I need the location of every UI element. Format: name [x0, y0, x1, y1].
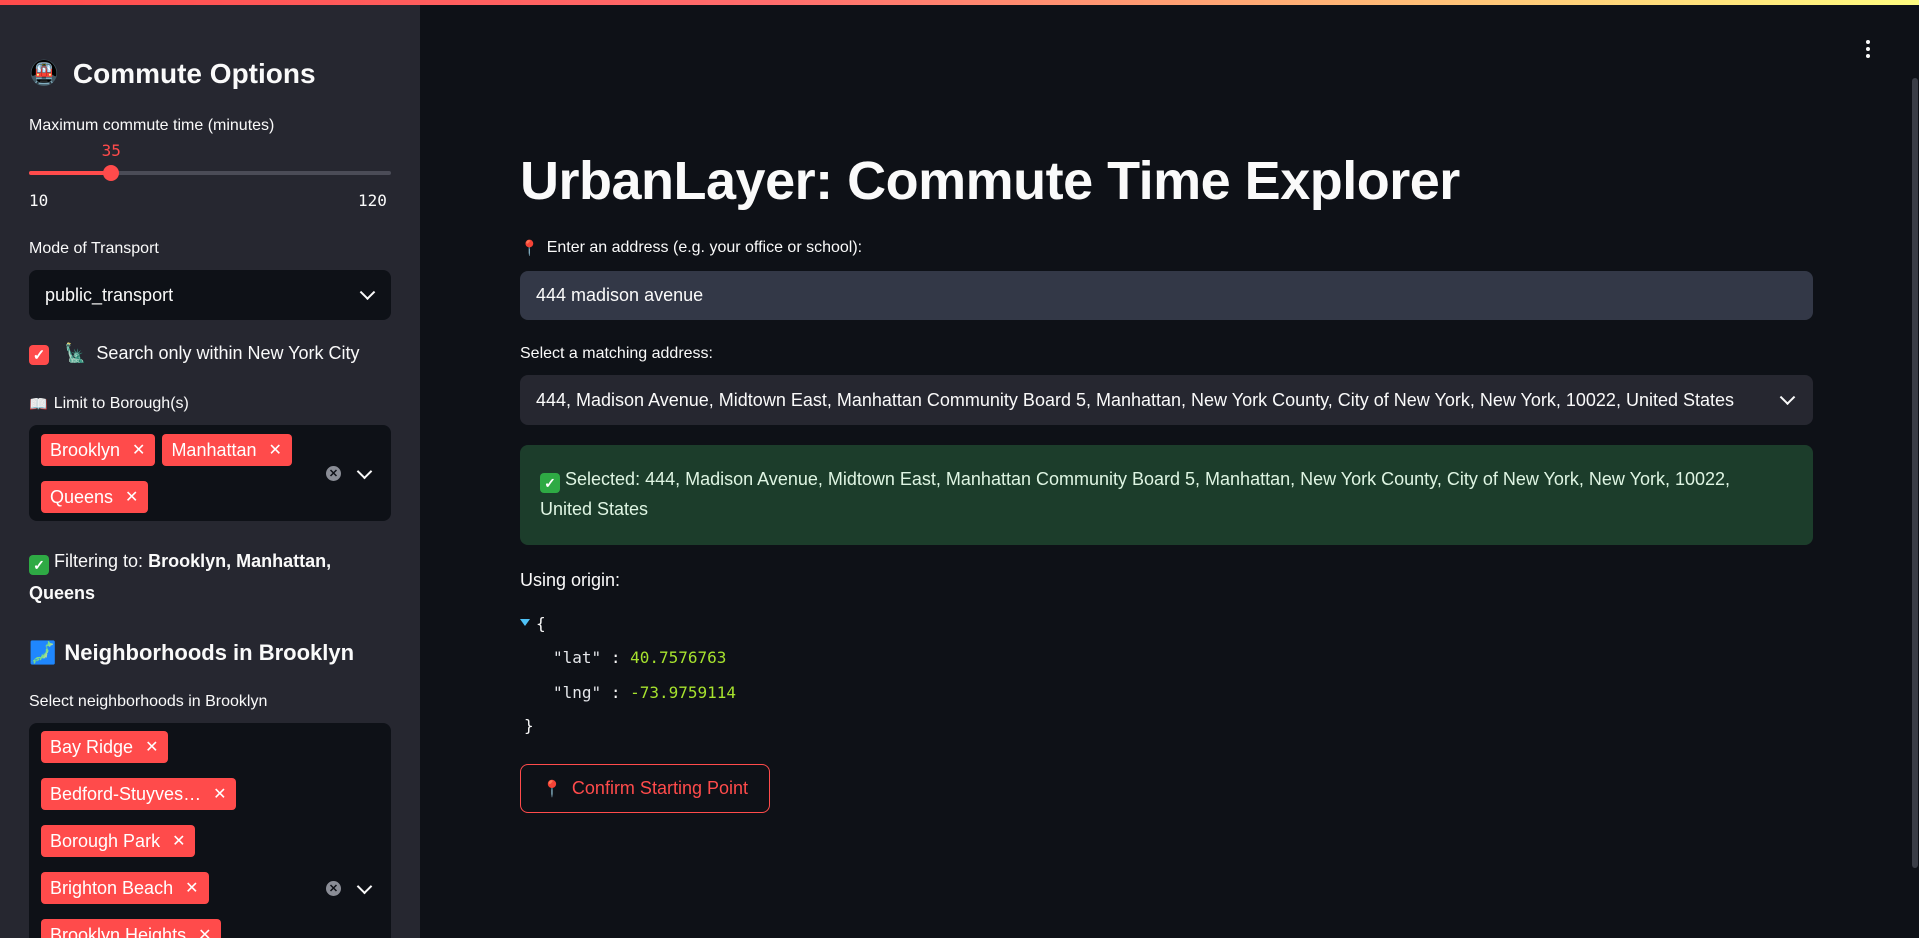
json-lat-key: "lat" [553, 648, 602, 667]
check-mark-icon: ✓ [540, 473, 560, 493]
commute-time-label: Maximum commute time (minutes) [29, 117, 275, 134]
confirm-button-label: Confirm Starting Point [571, 778, 748, 798]
sidebar-title-text: Commute Options [72, 58, 316, 89]
json-lng-value: -73.9759114 [630, 683, 737, 702]
address-input[interactable]: 444 madison avenue [520, 271, 1813, 320]
nyc-checkbox[interactable]: ✓ [29, 345, 49, 365]
statue-of-liberty-icon: 🗽 [64, 343, 87, 363]
borough-tag[interactable]: Queens ✕ [41, 481, 149, 513]
nyc-checkbox-text: Search only within New York City [96, 343, 360, 363]
transport-label: Mode of Transport [29, 240, 159, 257]
chevron-down-icon [359, 284, 376, 301]
check-mark-icon: ✓ [29, 555, 49, 575]
clear-all-icon[interactable]: ✕ [326, 466, 341, 481]
neighborhoods-label: Select neighborhoods in Brooklyn [29, 693, 268, 710]
collapse-triangle-icon[interactable] [520, 619, 530, 626]
close-icon[interactable]: ✕ [185, 878, 198, 898]
tag-label: Brooklyn [50, 439, 121, 460]
borough-label: 📖 Limit to Borough(s) [29, 395, 189, 413]
slider-fill [29, 171, 112, 175]
clear-all-icon[interactable]: ✕ [326, 881, 341, 896]
tag-label: Brooklyn Heights [50, 924, 187, 938]
slider-thumb[interactable] [103, 165, 120, 181]
json-open-brace: { [536, 614, 546, 633]
sidebar: 🚇 Commute Options Maximum commute time (… [0, 0, 420, 938]
tag-label: Brighton Beach [50, 877, 174, 898]
filter-info: ✓ Filtering to: Brooklyn, Manhattan, Que… [29, 545, 369, 609]
borough-multiselect[interactable]: Brooklyn ✕ Manhattan ✕ Queens ✕ ✕ [29, 425, 391, 521]
neighborhoods-header-text: Neighborhoods in Brooklyn [64, 640, 355, 665]
selected-address-alert: ✓ Selected: 444, Madison Avenue, Midtown… [520, 445, 1813, 545]
slider-value-label: 35 [101, 141, 121, 160]
chevron-down-icon [1779, 389, 1796, 406]
nyc-checkbox-label[interactable]: 🗽 Search only within New York City [64, 343, 360, 364]
json-colon: : [610, 683, 621, 702]
neighborhood-tag[interactable]: Brighton Beach ✕ [41, 872, 209, 904]
page-title: UrbanLayer: Commute Time Explorer [520, 151, 1460, 211]
close-icon[interactable]: ✕ [172, 831, 185, 851]
borough-tag[interactable]: Manhattan ✕ [162, 434, 292, 466]
pin-icon: 📍 [520, 240, 539, 257]
transport-selected-value: public_transport [45, 284, 174, 305]
tag-label: Manhattan [171, 439, 257, 460]
neighborhood-tag[interactable]: Bedford-Stuyves… ✕ [41, 778, 237, 810]
close-icon[interactable]: ✕ [145, 737, 158, 757]
address-label-text: Enter an address (e.g. your office or sc… [546, 239, 863, 256]
map-icon: 🗾 [29, 640, 57, 665]
close-icon[interactable]: ✕ [132, 440, 145, 460]
address-match-select[interactable]: 444, Madison Avenue, Midtown East, Manha… [520, 375, 1813, 425]
address-input-value: 444 madison avenue [536, 285, 704, 305]
borough-tag[interactable]: Brooklyn ✕ [41, 434, 156, 466]
tag-label: Bay Ridge [50, 736, 134, 757]
neighborhoods-header: 🗾 Neighborhoods in Brooklyn [29, 640, 354, 666]
origin-label: Using origin: [520, 570, 621, 590]
chevron-down-icon[interactable] [356, 463, 373, 480]
selected-address-text-2: United States [540, 499, 649, 519]
neighborhood-tag[interactable]: Borough Park ✕ [41, 825, 196, 857]
neighborhood-tags: Bay Ridge ✕ Bedford-Stuyves… ✕ Borough Par… [41, 731, 311, 938]
filter-value-2: Queens [29, 583, 96, 603]
address-label: 📍 Enter an address (e.g. your office or … [520, 239, 862, 257]
neighborhood-tag[interactable]: Bay Ridge ✕ [41, 731, 169, 763]
tag-label: Queens [50, 486, 114, 507]
tag-label: Borough Park [50, 830, 161, 851]
borough-label-text: Limit to Borough(s) [53, 395, 189, 412]
transport-select[interactable]: public_transport [29, 270, 391, 320]
commute-time-slider[interactable] [29, 165, 391, 181]
filter-prefix: Filtering to: [54, 551, 144, 571]
metro-icon: 🚇 [29, 60, 59, 87]
address-match-value: 444, Madison Avenue, Midtown East, Manha… [536, 389, 1735, 410]
top-decoration-bar [0, 0, 1919, 5]
close-icon[interactable]: ✕ [198, 925, 211, 938]
neighborhoods-multiselect[interactable]: Bay Ridge ✕ Bedford-Stuyves… ✕ Borough Par… [29, 723, 391, 938]
filter-value: Brooklyn, Manhattan, [148, 551, 332, 571]
slider-max-label: 120 [358, 191, 387, 210]
json-close-brace: } [524, 716, 534, 735]
json-colon: : [610, 648, 621, 667]
confirm-starting-point-button[interactable]: 📍 Confirm Starting Point [520, 764, 770, 813]
neighborhood-tag[interactable]: Brooklyn Heights ✕ [41, 919, 222, 938]
scrollbar-thumb[interactable] [1912, 78, 1918, 868]
close-icon[interactable]: ✕ [125, 487, 138, 507]
selected-address-text: Selected: 444, Madison Avenue, Midtown E… [565, 469, 1731, 489]
close-icon[interactable]: ✕ [213, 784, 226, 804]
json-lat-value: 40.7576763 [630, 648, 727, 667]
more-options-icon[interactable] [1866, 40, 1872, 61]
book-icon: 📖 [29, 396, 48, 413]
tag-label: Bedford-Stuyves… [50, 783, 202, 804]
slider-min-label: 10 [29, 191, 49, 210]
match-label: Select a matching address: [520, 345, 713, 362]
close-icon[interactable]: ✕ [269, 440, 282, 460]
json-lng-key: "lng" [553, 683, 602, 702]
borough-tags: Brooklyn ✕ Manhattan ✕ Queens ✕ [41, 434, 311, 521]
sidebar-title: 🚇 Commute Options [29, 56, 316, 92]
pin-icon: 📍 [542, 780, 562, 798]
chevron-down-icon[interactable] [356, 878, 373, 895]
